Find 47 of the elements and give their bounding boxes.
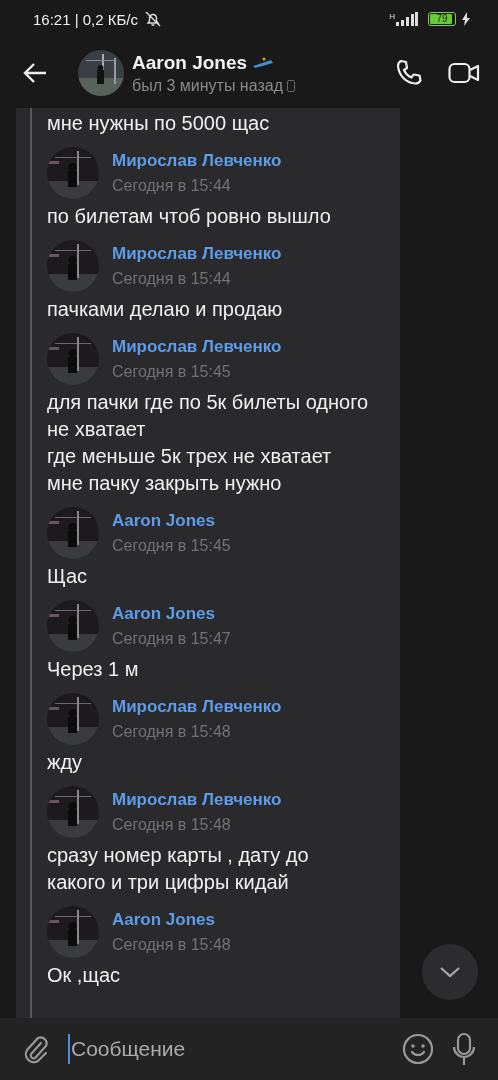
sender-name[interactable]: Мирослав Левченко (112, 697, 282, 717)
last-seen-status: был 3 минуты назад (132, 76, 283, 95)
chevron-down-icon (439, 966, 461, 978)
battery-icon: 79 (428, 12, 456, 26)
message-time: Сегодня в 15:45 (112, 363, 232, 381)
video-call-icon[interactable] (448, 61, 480, 85)
signal-icon (396, 12, 418, 26)
network-type: H (389, 12, 395, 21)
message-text: не хватает (47, 417, 147, 442)
emoji-icon[interactable] (402, 1033, 434, 1065)
club-logo-icon (251, 56, 276, 69)
message-text: сразу номер карты , дату до (47, 843, 310, 868)
message-text: мне пачку закрыть нужно (47, 471, 283, 496)
message-text: где меньше 5к трех не хватает (47, 444, 333, 469)
status-time: 16:21 | 0,2 КБ/с (33, 10, 139, 28)
message-time: Сегодня в 15:45 (112, 537, 231, 555)
phone-device-icon (286, 79, 295, 92)
call-icon[interactable] (394, 58, 424, 88)
message-time: Сегодня в 15:47 (112, 630, 231, 648)
attach-icon[interactable] (22, 1034, 50, 1064)
bell-off-icon (144, 10, 163, 28)
sender-name[interactable]: Мирослав Левченко (112, 151, 282, 171)
message-time: Сегодня в 15:44 (112, 177, 232, 195)
message-text: жду (47, 750, 84, 775)
message-time: Сегодня в 15:48 (112, 936, 231, 954)
sender-name[interactable]: Aaron Jones (112, 910, 231, 930)
sender-name[interactable]: Aaron Jones (112, 604, 231, 624)
sender-name[interactable]: Мирослав Левченко (112, 337, 282, 357)
microphone-icon[interactable] (452, 1032, 476, 1066)
message-text: мне нужны по 5000 щас (47, 111, 271, 136)
message-text: какого и три цифры кидай (47, 870, 290, 895)
sender-name[interactable]: Мирослав Левченко (112, 790, 282, 810)
message-text: Через 1 м (47, 657, 140, 682)
sender-name[interactable]: Мирослав Левченко (112, 244, 282, 264)
message-time: Сегодня в 15:48 (112, 816, 232, 834)
message-text: пачками делаю и продаю (47, 297, 284, 322)
sender-name[interactable]: Aaron Jones (112, 511, 231, 531)
message-text: для пачки где по 5к билеты одного (47, 390, 370, 415)
contact-name: Aaron Jones (132, 51, 248, 74)
message-text: по билетам чтоб ровно вышло (47, 204, 332, 229)
message-input[interactable]: Сообщение (68, 1034, 384, 1064)
message-time: Сегодня в 15:48 (112, 723, 232, 741)
message-text: Щас (47, 564, 89, 589)
message-text: Ок ,щас (47, 963, 121, 988)
message-time: Сегодня в 15:44 (112, 270, 232, 288)
composer-bar[interactable]: Сообщение (0, 1018, 498, 1080)
back-icon[interactable] (22, 62, 48, 84)
